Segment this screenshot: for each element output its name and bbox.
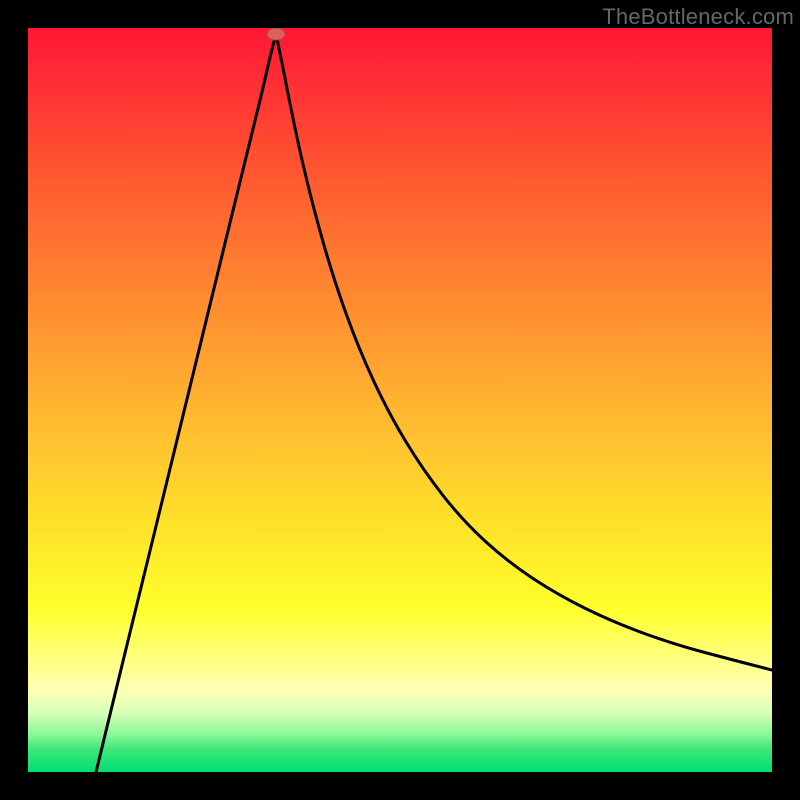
curve-left-branch bbox=[96, 34, 276, 772]
chart-frame: TheBottleneck.com bbox=[0, 0, 800, 800]
curve-layer bbox=[28, 28, 772, 772]
plot-area bbox=[28, 28, 772, 772]
minimum-marker bbox=[267, 28, 285, 40]
curve-right-branch bbox=[276, 34, 772, 670]
watermark-text: TheBottleneck.com bbox=[602, 4, 794, 30]
